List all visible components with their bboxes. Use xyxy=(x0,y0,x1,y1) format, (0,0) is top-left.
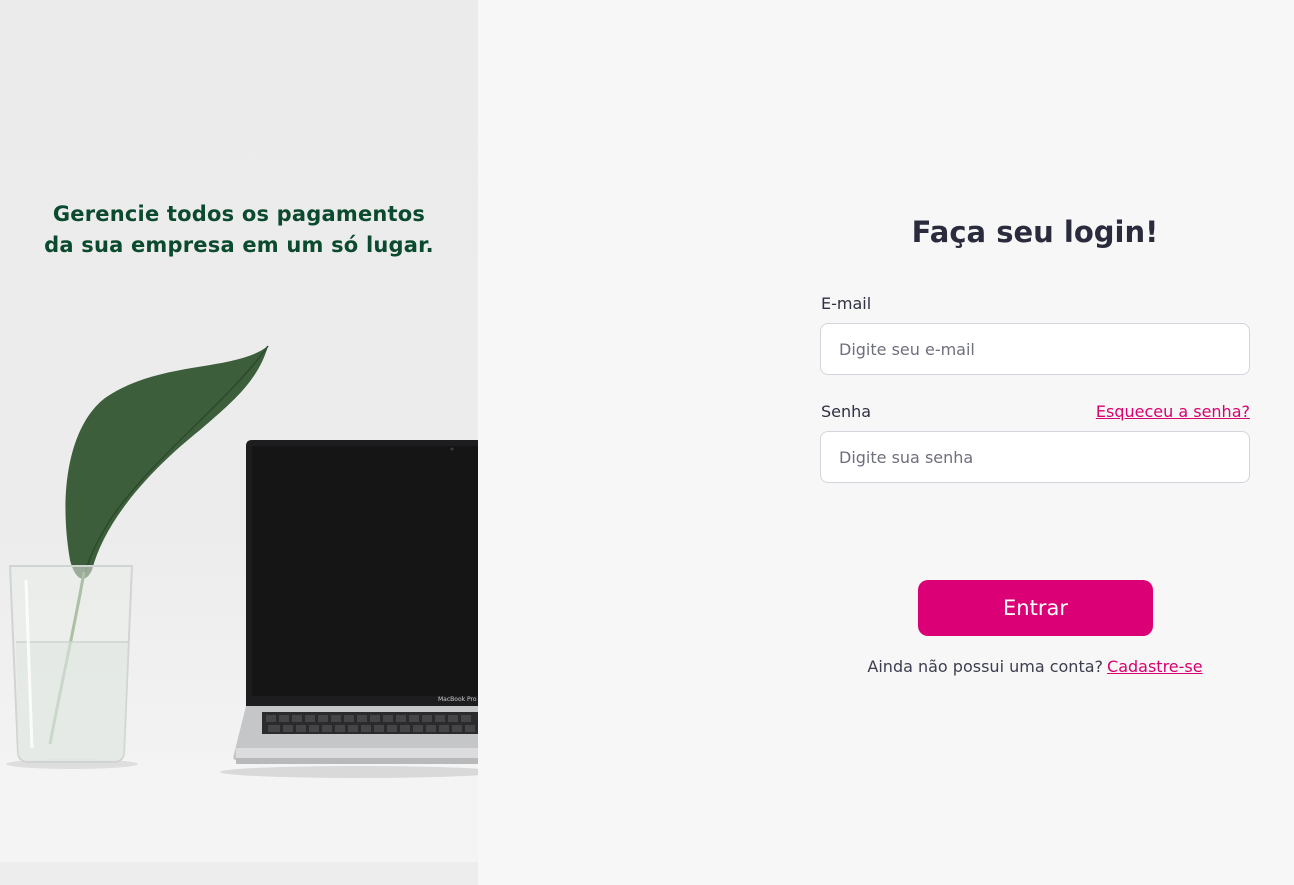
hero-illustration: MacBook Pro xyxy=(0,345,478,885)
hero-tagline: Gerencie todos os pagamentos da sua empr… xyxy=(44,202,434,257)
email-label: E-mail xyxy=(821,294,872,313)
plant-illustration xyxy=(6,345,269,769)
password-label: Senha xyxy=(821,402,872,421)
signup-prompt: Ainda não possui uma conta? Cadastre-se xyxy=(820,656,1250,678)
email-input[interactable] xyxy=(820,323,1250,375)
laptop-illustration: MacBook Pro xyxy=(233,440,478,764)
signup-link[interactable]: Cadastre-se xyxy=(1107,657,1203,676)
forgot-password-link[interactable]: Esqueceu a senha? xyxy=(1096,401,1250,423)
login-title: Faça seu login! xyxy=(911,215,1159,249)
signup-prompt-text: Ainda não possui uma conta? xyxy=(867,657,1104,676)
password-input[interactable] xyxy=(820,431,1250,483)
laptop-brand-text: MacBook Pro xyxy=(438,696,477,703)
hero-panel: MacBook Pro Gerencie todos os pagamentos… xyxy=(0,0,478,885)
login-page: MacBook Pro Gerencie todos os pagamentos… xyxy=(0,0,1294,885)
login-button[interactable]: Entrar xyxy=(918,580,1153,636)
